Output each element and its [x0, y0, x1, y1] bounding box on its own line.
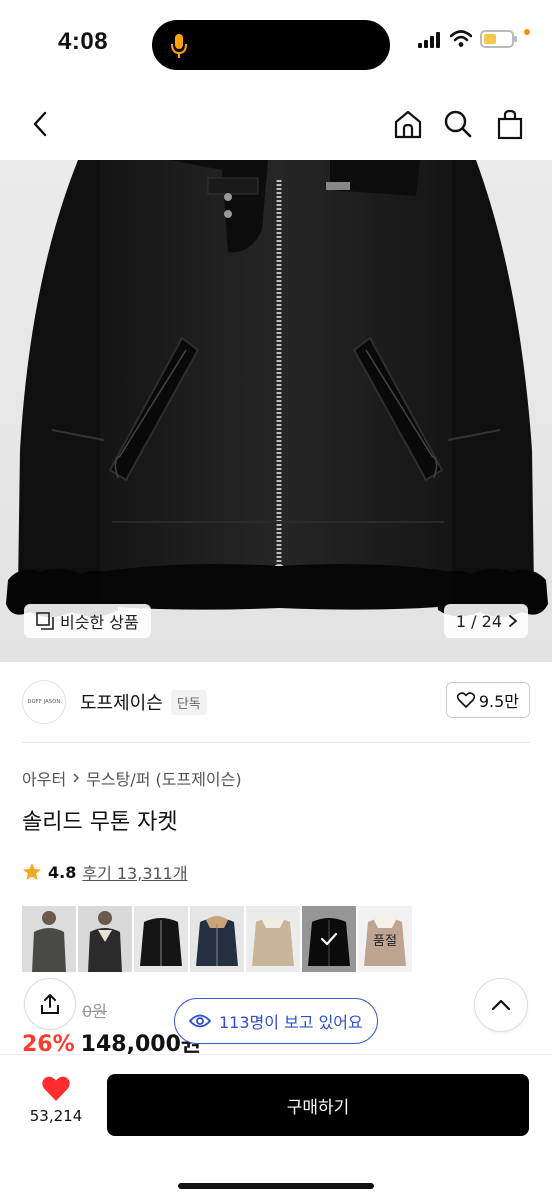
color-swatches: 품절 [22, 906, 412, 972]
home-indicator [178, 1183, 374, 1189]
breadcrumb-category[interactable]: 아우터 [22, 766, 66, 790]
product-image[interactable]: 비슷한 상품 1 / 24 [0, 160, 552, 662]
brand-like-button[interactable]: 9.5만 [445, 682, 530, 718]
exclusive-badge: 단독 [170, 689, 207, 715]
eye-icon [189, 1014, 211, 1028]
chevron-up-icon [491, 999, 511, 1011]
viewers-indicator: 113명이 보고 있어요 [174, 998, 378, 1044]
color-swatch[interactable] [190, 906, 244, 972]
product-title: 솔리드 무톤 자켓 [22, 810, 178, 835]
chevron-right-icon [509, 615, 518, 627]
heart-outline-icon [456, 692, 475, 708]
home-icon [394, 110, 422, 139]
checkmark-icon [320, 932, 338, 946]
soldout-label: 품절 [358, 906, 412, 972]
breadcrumb: 아우터 무스탕/퍼 (도프제이슨) [22, 766, 242, 790]
color-swatch[interactable] [22, 906, 76, 972]
status-time: 4:08 [58, 28, 109, 55]
shopping-bag-icon [497, 109, 523, 140]
breadcrumb-subcategory[interactable]: 무스탕/퍼 (도프제이슨) [86, 766, 241, 790]
color-swatch[interactable] [78, 906, 132, 972]
brand-name[interactable]: 도프제이슨 [80, 689, 163, 715]
microphone-icon [171, 34, 187, 58]
wifi-icon [450, 30, 472, 47]
brand-like-count: 9.5만 [478, 692, 519, 711]
rating-row: 4.8 후기 13,311개 [22, 860, 188, 884]
back-button[interactable] [20, 102, 60, 146]
color-swatch-soldout[interactable]: 품절 [358, 906, 412, 972]
image-page-indicator[interactable]: 1 / 24 [443, 604, 528, 638]
share-button[interactable] [24, 978, 76, 1030]
status-indicators [418, 29, 530, 48]
similar-products-button[interactable]: 비슷한 상품 [24, 604, 151, 638]
top-navigation [0, 96, 552, 152]
chevron-right-icon [73, 773, 80, 783]
rating-value: 4.8 [48, 862, 77, 882]
similar-items-icon [36, 612, 54, 630]
jacket-illustration [6, 160, 548, 617]
status-bar: 4:08 [0, 0, 552, 88]
bottom-action-bar: 53,214 구매하기 [0, 1054, 552, 1200]
brand-row[interactable]: DOFF JASON 도프제이슨 단독 9.5만 [22, 678, 530, 726]
buy-button[interactable]: 구매하기 [107, 1074, 529, 1136]
share-icon [41, 994, 59, 1014]
similar-products-label: 비슷한 상품 [60, 613, 139, 632]
dynamic-island [152, 20, 390, 70]
viewers-text: 113명이 보고 있어요 [219, 1013, 363, 1032]
chevron-left-icon [33, 111, 47, 137]
search-icon [444, 110, 472, 138]
brand-logo[interactable]: DOFF JASON [22, 680, 66, 724]
star-icon [23, 863, 41, 880]
color-swatch[interactable] [246, 906, 300, 972]
privacy-indicator [524, 29, 530, 35]
divider [22, 742, 530, 743]
original-price: 0원 [82, 1002, 107, 1021]
wishlist-button[interactable]: 53,214 [20, 1075, 92, 1125]
color-swatch-selected[interactable] [302, 906, 356, 972]
home-button[interactable] [388, 102, 428, 146]
scroll-top-button[interactable] [474, 978, 528, 1032]
wishlist-count: 53,214 [29, 1107, 83, 1125]
page-indicator-text: 1 / 24 [455, 611, 502, 631]
battery-low-icon [480, 30, 517, 48]
cellular-signal-icon [418, 30, 442, 48]
heart-filled-icon [42, 1076, 70, 1101]
reviews-link[interactable]: 후기 13,311개 [82, 860, 187, 884]
color-swatch[interactable] [134, 906, 188, 972]
search-button[interactable] [438, 102, 478, 146]
shopping-bag-button[interactable] [490, 102, 530, 146]
